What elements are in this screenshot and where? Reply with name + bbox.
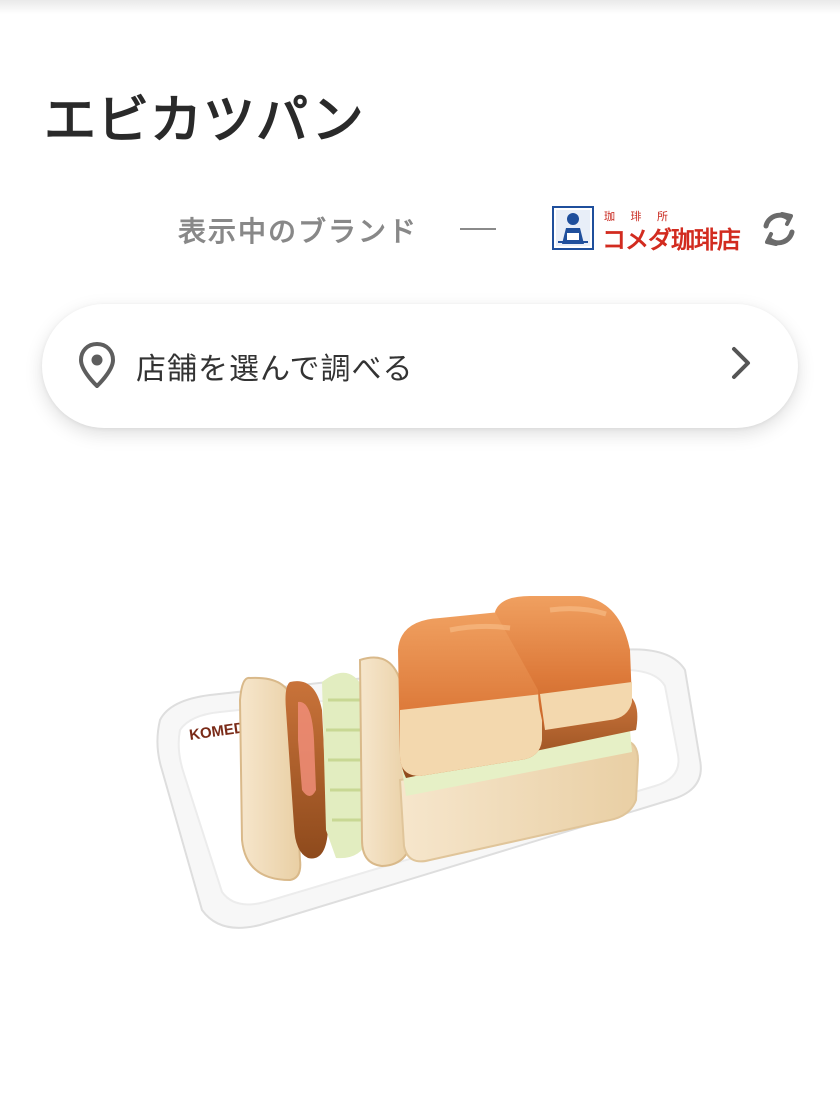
page-title: エビカツパン (44, 91, 365, 151)
komeda-logo-icon (552, 206, 594, 250)
top-shadow (0, 0, 840, 14)
location-pin-icon (78, 342, 116, 388)
brand-logo-text: コメダ珈琲店 (602, 225, 741, 254)
product-image: KOMEDA (156, 596, 702, 929)
brand-logo: 珈 琲 所 コメダ珈琲店 (552, 206, 744, 254)
brand-label: 表示中のブランド (178, 215, 419, 248)
brand-row: 表示中のブランド 珈 琲 所 コメダ珈琲店 (0, 200, 840, 260)
brand-separator (460, 228, 496, 230)
refresh-icon[interactable] (758, 208, 800, 250)
chevron-right-icon (732, 347, 750, 379)
store-select-label: 店舗を選んで調べる (136, 352, 414, 387)
store-select-button[interactable]: 店舗を選んで調べる (42, 304, 798, 428)
